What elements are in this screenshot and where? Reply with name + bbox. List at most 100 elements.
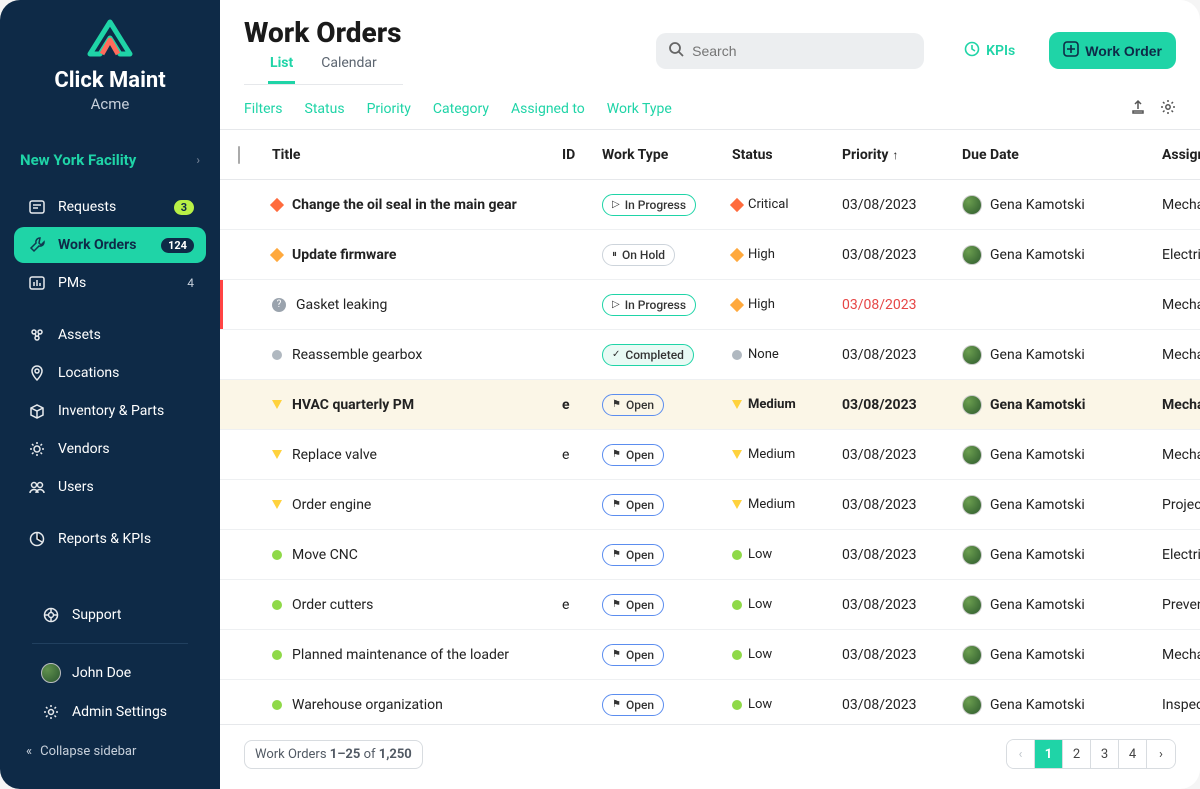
col-title[interactable]: Title [272,147,562,163]
priority-icon [732,450,742,459]
sidebar-item-reports-kpis[interactable]: Reports & KPIs [14,521,206,557]
row-title: Move CNC [292,547,358,563]
pager-page[interactable]: 3 [1091,740,1119,768]
status-icon: ⚑ [612,649,621,660]
filter-priority[interactable]: Priority [367,101,411,117]
filter-category[interactable]: Category [433,101,489,117]
facility-selector[interactable]: New York Facility › [0,141,220,179]
col-due[interactable]: Due Date [962,147,1162,163]
col-assigned[interactable]: Assigned to [1162,147,1200,163]
priority-marker-icon: ? [272,298,286,312]
table-row[interactable]: Planned maintenance of the loader⚑OpenLo… [220,630,1200,680]
pager-next[interactable]: › [1147,740,1175,768]
pms-icon [26,274,48,292]
sidebar-item-pms[interactable]: PMs4 [14,265,206,301]
assignee-name: Gena Kamotski [990,547,1085,563]
sidebar-item-admin-settings[interactable]: Admin Settings [28,694,192,730]
status-badge: ▷In Progress [602,294,696,316]
priority-label: Critical [748,197,788,212]
collapse-label: Collapse sidebar [40,744,136,759]
due-date: 03/08/2023 [842,197,962,213]
table-row[interactable]: Change the oil seal in the main gear▷In … [220,180,1200,230]
avatar [962,245,982,265]
due-date: 03/08/2023 [842,697,962,713]
page-title-block: Work Orders ListCalendar [244,16,403,85]
priority-icon [730,197,744,211]
tab-calendar[interactable]: Calendar [319,49,379,84]
kpis-link[interactable]: KPIs [964,41,1015,61]
work-type: Preventive [1162,597,1200,613]
pager-page[interactable]: 4 [1119,740,1147,768]
assignee-name: Gena Kamotski [990,597,1085,613]
work-type: Mechanical [1162,347,1200,363]
filter-work-type[interactable]: Work Type [607,101,672,117]
table: Title ID Work Type Status Priority ↑ Due… [220,130,1200,724]
priority-icon [732,550,742,560]
due-date: 03/08/2023 [842,447,962,463]
new-work-order-button[interactable]: Work Order [1049,32,1176,69]
select-all-checkbox[interactable] [238,146,240,164]
table-row[interactable]: Replace valvee⚑OpenMedium03/08/2023Gena … [220,430,1200,480]
search-input[interactable] [692,43,912,59]
pager-page[interactable]: 1 [1035,740,1063,768]
sidebar-item-vendors[interactable]: Vendors [14,431,206,467]
table-row[interactable]: Warehouse organization⚑OpenLow03/08/2023… [220,680,1200,724]
sidebar-item-users[interactable]: Users [14,469,206,505]
priority-label: High [748,247,775,262]
sidebar-item-locations[interactable]: Locations [14,355,206,391]
filters-bar: Filters Status Priority Category Assigned to… [220,89,1200,130]
pager-prev[interactable]: ‹ [1007,740,1035,768]
status-icon: ⚑ [612,449,621,460]
nav-secondary: AssetsLocationsInventory & Parts Vendors U… [0,317,220,507]
sidebar-item-label: Users [58,479,194,495]
row-title: Reassemble gearbox [292,347,422,363]
table-row[interactable]: Order engine⚑OpenMedium03/08/2023Gena Ka… [220,480,1200,530]
chart-icon [26,530,48,548]
col-work-type[interactable]: Work Type [602,147,732,163]
gear-icon[interactable] [1160,99,1176,119]
wrench-icon [26,236,48,254]
avatar [962,695,982,715]
table-row[interactable]: Reassemble gearbox✓CompletedNone03/08/20… [220,330,1200,380]
priority-marker-icon [272,350,282,360]
avatar [962,645,982,665]
row-id: e [562,397,602,413]
export-icon[interactable] [1130,99,1146,119]
table-row[interactable]: Order cutterse⚑OpenLow03/08/2023Gena Kam… [220,580,1200,630]
priority-marker-icon [270,247,284,261]
table-header: Title ID Work Type Status Priority ↑ Due… [220,130,1200,180]
sidebar-item-requests[interactable]: Requests3 [14,189,206,225]
priority-icon [732,500,742,509]
header: Work Orders ListCalendar KPIs Work Ord [220,0,1200,89]
sidebar-item-assets[interactable]: Assets [14,317,206,353]
sidebar-item-label: John Doe [72,665,180,681]
sidebar-item-label: Vendors [58,441,194,457]
table-row[interactable]: ?Gasket leaking▷In ProgressHigh03/08/202… [220,280,1200,330]
table-row[interactable]: HVAC quarterly PMe⚑OpenMedium03/08/2023G… [220,380,1200,430]
nav-support: Support [14,597,206,633]
col-priority[interactable]: Priority ↑ [842,147,962,163]
logo-icon [80,18,140,60]
box-icon [26,402,48,420]
sidebar-item-john-doe[interactable]: John Doe [28,654,192,692]
sidebar-item-work-orders[interactable]: Work Orders124 [14,227,206,263]
col-id[interactable]: ID [562,147,602,163]
filter-assigned-to[interactable]: Assigned to [511,101,585,117]
sidebar-item-support[interactable]: Support [28,597,192,633]
pager-page[interactable]: 2 [1063,740,1091,768]
row-id: e [562,597,602,613]
filter-filters[interactable]: Filters [244,101,283,117]
sidebar-item-label: Support [72,607,180,623]
table-row[interactable]: Update firmware⏸On HoldHigh03/08/2023Gen… [220,230,1200,280]
row-title: Change the oil seal in the main gear [292,197,517,213]
table-row[interactable]: Move CNC⚑OpenLow03/08/2023Gena KamotskiE… [220,530,1200,580]
sidebar-item-inventory-parts[interactable]: Inventory & Parts [14,393,206,429]
filter-status[interactable]: Status [305,101,345,117]
collapse-sidebar[interactable]: « Collapse sidebar [14,732,206,771]
status-badge: ⚑Open [602,394,664,416]
search-box[interactable] [656,33,924,69]
row-title: HVAC quarterly PM [292,397,414,413]
col-status[interactable]: Status [732,147,842,163]
work-type: Inspection [1162,697,1200,713]
tab-list[interactable]: List [268,49,295,84]
